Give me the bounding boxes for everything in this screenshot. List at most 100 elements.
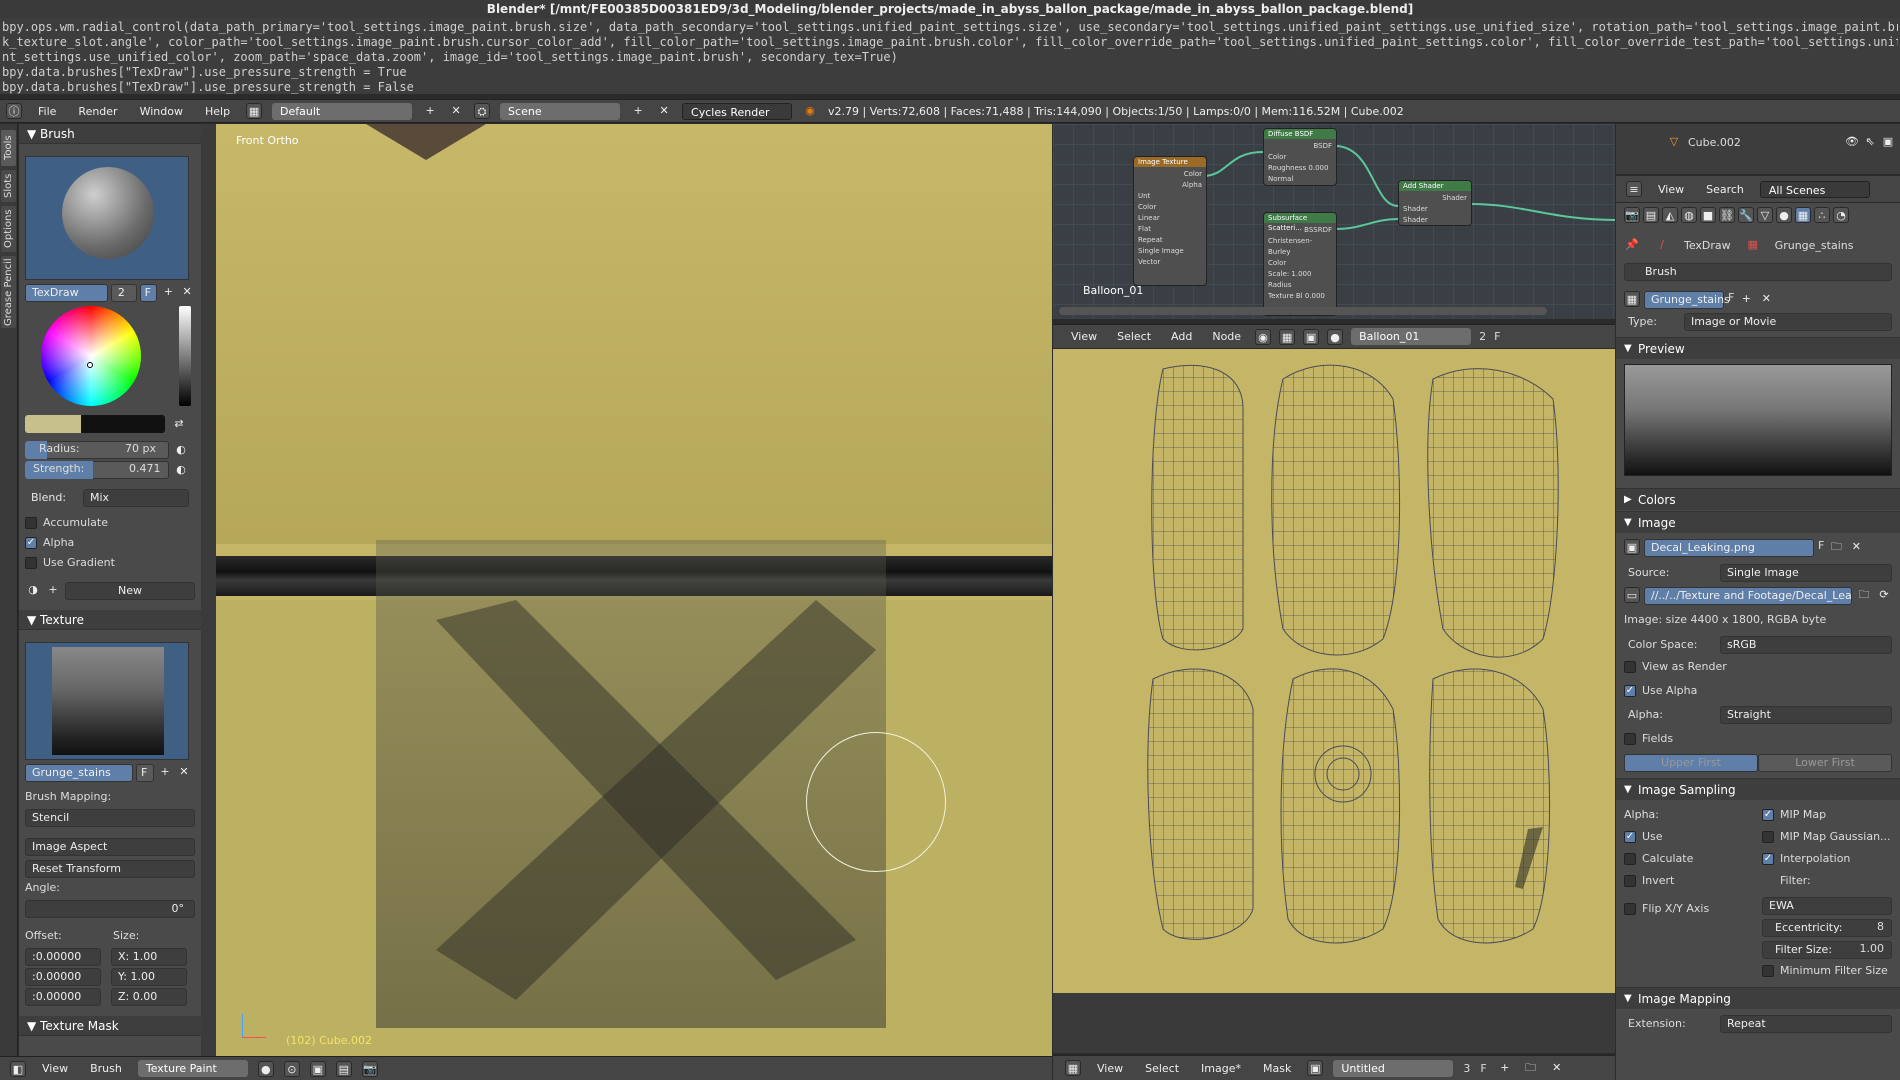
menu-brush[interactable]: Brush (84, 1062, 128, 1075)
layers-tab-icon[interactable]: ▤ (1643, 207, 1659, 223)
editor-type-icon[interactable]: ≡ (1626, 181, 1642, 197)
pin-icon[interactable]: 📌 (1624, 237, 1640, 253)
add-icon[interactable]: + (160, 284, 176, 300)
texture-preview[interactable] (25, 642, 189, 760)
close-icon[interactable]: ✕ (656, 103, 672, 119)
reset-transform-button[interactable]: Reset Transform (25, 860, 195, 878)
menu-view[interactable]: View (1652, 183, 1690, 196)
open-folder-icon[interactable]: 🗀 (1828, 539, 1844, 555)
3d-viewport[interactable]: Front Ortho (102) Cube.002 (216, 124, 1052, 1056)
size-y-field[interactable]: Y: 1.00 (111, 968, 187, 986)
brush-preview[interactable] (25, 156, 189, 280)
eccentricity-field[interactable]: Eccentricity: (1762, 919, 1892, 937)
brush-name-field[interactable]: TexDraw (25, 284, 108, 302)
image-sampling-panel-header[interactable]: ▼ Image Sampling (1616, 778, 1900, 800)
fake-user-button[interactable]: F (1480, 1062, 1486, 1075)
color-space-select[interactable]: sRGB (1720, 636, 1892, 654)
material-tab-icon[interactable]: ● (1776, 207, 1792, 223)
image-mapping-panel-header[interactable]: ▼ Image Mapping (1616, 987, 1900, 1009)
layers-icon[interactable]: ▤ (335, 1060, 352, 1077)
cursor-icon[interactable]: ⇖ (1862, 134, 1878, 150)
outliner-row[interactable]: ▽ Cube.002 (1666, 134, 1741, 150)
offset-z-field[interactable]: :0.00000 (25, 988, 101, 1006)
fields-checkbox[interactable]: Fields (1624, 732, 1892, 750)
image-browse-icon[interactable]: ▣ (1307, 1060, 1324, 1076)
radius-slider[interactable]: Radius: 70 px ◐ (25, 441, 195, 459)
menu-select[interactable]: Select (1139, 1062, 1185, 1075)
use-gradient-checkbox[interactable]: Use Gradient (25, 556, 195, 574)
add-icon[interactable]: + (630, 103, 646, 119)
menu-node[interactable]: Node (1206, 330, 1247, 343)
open-folder-icon[interactable]: 🗀 (1523, 1060, 1539, 1076)
menu-window[interactable]: Window (134, 105, 189, 118)
texture-browse-icon[interactable]: ▦ (1624, 291, 1640, 307)
tab-tools[interactable]: Tools (1, 130, 16, 166)
material-field[interactable]: Balloon_01 (1351, 328, 1472, 345)
alpha-checkbox[interactable]: ✓ Alpha (25, 536, 195, 554)
accumulate-checkbox[interactable]: Accumulate (25, 516, 195, 534)
angle-field[interactable]: 0° (25, 900, 195, 918)
pressure-icon[interactable]: ◐ (173, 462, 189, 478)
brush-panel-header[interactable]: ▼ Brush (19, 124, 201, 144)
blend-select[interactable]: Mix (83, 489, 189, 507)
image-users[interactable]: 3 (1463, 1062, 1470, 1075)
add-icon[interactable]: + (45, 582, 61, 598)
eye-icon[interactable]: 👁 (1844, 134, 1860, 150)
image-name-field[interactable]: Decal_Leaking.png (1644, 539, 1814, 557)
offset-y-field[interactable]: :0.00000 (25, 968, 101, 986)
open-folder-icon[interactable]: 🗀 (1856, 587, 1872, 603)
brush-users[interactable]: 2 (110, 284, 137, 302)
uv-image-editor[interactable] (1053, 349, 1615, 993)
fake-user-button[interactable]: F (139, 284, 158, 302)
mipmap-gaussian-checkbox[interactable]: MIP Map Gaussian... (1762, 830, 1892, 848)
brush-mapping-select[interactable]: Stencil (25, 809, 195, 827)
close-icon[interactable]: ✕ (448, 103, 464, 119)
size-z-field[interactable]: Z: 0.00 (111, 988, 187, 1006)
fake-user-button[interactable]: F (1494, 330, 1500, 343)
shader-icon[interactable]: ◉ (1255, 328, 1272, 345)
image-panel-header[interactable]: ▼ Image (1616, 511, 1900, 533)
screen-layout-icon[interactable]: ▦ (246, 103, 263, 119)
texture-name-field[interactable]: Grunge_stains (25, 764, 133, 782)
texture-context-select[interactable]: Brush (1624, 263, 1892, 281)
outliner[interactable]: ▽ Cube.002 👁 ⇖ ▣ (1616, 124, 1900, 174)
texture-icon[interactable]: ▦ (1279, 328, 1296, 345)
python-console[interactable]: bpy.ops.wm.radial_control(data_path_prim… (0, 18, 1900, 94)
offset-x-field[interactable]: :0.00000 (25, 948, 101, 966)
constraints-tab-icon[interactable]: ⛓ (1719, 207, 1735, 223)
alpha-mode-select[interactable]: Straight (1720, 706, 1892, 724)
menu-view[interactable]: View (36, 1062, 74, 1075)
scene-tab-icon[interactable]: ◭ (1662, 207, 1678, 223)
particles-tab-icon[interactable]: ∴ (1814, 207, 1830, 223)
size-x-field[interactable]: X: 1.00 (111, 948, 187, 966)
minimum-filter-size-checkbox[interactable]: Minimum Filter Size (1762, 964, 1892, 982)
mask-icon[interactable]: ▣ (309, 1060, 326, 1077)
fake-user-button[interactable]: F (136, 764, 154, 782)
render-icon[interactable]: 📷 (361, 1060, 378, 1077)
texture-panel-header[interactable]: ▼ Texture (19, 610, 201, 630)
menu-image[interactable]: Image* (1195, 1062, 1247, 1075)
value-slider[interactable] (179, 306, 191, 406)
color-wheel[interactable] (41, 306, 141, 406)
node-image-texture[interactable]: Image Texture Color Alpha Unt Color Line… (1133, 156, 1207, 286)
data-tab-icon[interactable]: ▽ (1757, 207, 1773, 223)
palette-icon[interactable]: ◑ (25, 582, 41, 598)
modifiers-tab-icon[interactable]: 🔧 (1738, 207, 1754, 223)
physics-tab-icon[interactable]: ◔ (1833, 207, 1849, 223)
texture-type-select[interactable]: Image or Movie (1684, 313, 1892, 331)
object-tab-icon[interactable]: ■ (1700, 207, 1716, 223)
add-icon[interactable]: + (1497, 1060, 1513, 1076)
close-icon[interactable]: ✕ (176, 764, 192, 780)
close-icon[interactable]: ✕ (1549, 1060, 1565, 1076)
scene-icon[interactable]: ⛭ (474, 103, 491, 119)
add-icon[interactable]: + (1738, 291, 1754, 307)
image-aspect-button[interactable]: Image Aspect (25, 838, 195, 856)
scene-field[interactable]: Scene (500, 102, 621, 120)
pressure-icon[interactable]: ◐ (173, 442, 189, 458)
material-users[interactable]: 2 (1479, 330, 1486, 343)
reload-icon[interactable]: ⟳ (1876, 587, 1892, 603)
lower-first-button[interactable]: Lower First (1758, 754, 1892, 772)
use-alpha-checkbox[interactable]: ✓ Use Alpha (1624, 684, 1892, 702)
menu-file[interactable]: File (32, 105, 62, 118)
image-source-select[interactable]: Single Image (1720, 564, 1892, 582)
